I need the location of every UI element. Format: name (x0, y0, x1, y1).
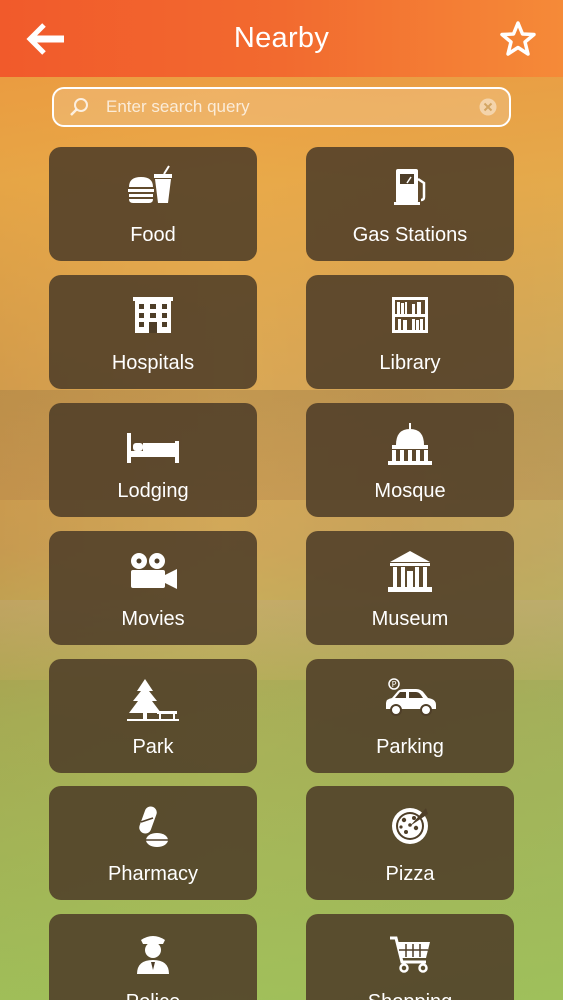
search-bar (52, 87, 511, 127)
clear-icon[interactable] (479, 98, 497, 116)
category-label: Museum (371, 608, 449, 630)
bookshelf-icon (392, 297, 428, 333)
hospital-icon (133, 297, 173, 333)
category-movies[interactable]: Movies (49, 531, 257, 645)
category-police[interactable]: Police (49, 914, 257, 1000)
category-label: Police (49, 991, 257, 1000)
search-icon (70, 98, 88, 116)
category-label: Shopping (306, 991, 514, 1000)
back-arrow-icon[interactable] (26, 22, 66, 56)
category-label: Pizza (385, 863, 435, 885)
bed-icon (127, 433, 179, 463)
category-label: Library (379, 352, 441, 374)
category-food[interactable]: Food (49, 147, 257, 261)
page-title: Nearby (233, 22, 330, 54)
tree-icon (127, 679, 179, 721)
category-pharmacy[interactable]: Pharmacy (49, 786, 257, 900)
category-label: Mosque (374, 480, 446, 502)
category-label: Movies (121, 608, 185, 630)
gas-pump-icon (394, 169, 426, 205)
pizza-icon (392, 808, 428, 844)
category-gas-stations[interactable]: Gas Stations (306, 147, 514, 261)
category-mosque[interactable]: Mosque (306, 403, 514, 517)
fastfood-icon (128, 165, 172, 203)
police-officer-icon (137, 936, 169, 974)
category-museum[interactable]: Museum (306, 531, 514, 645)
category-library[interactable]: Library (306, 275, 514, 389)
category-hospitals[interactable]: Hospitals (49, 275, 257, 389)
category-label: Lodging (117, 480, 189, 502)
car-icon: P (386, 678, 436, 716)
category-label: Pharmacy (107, 863, 199, 885)
star-icon[interactable] (499, 20, 537, 58)
category-park[interactable]: Park (49, 659, 257, 773)
svg-text:P: P (392, 680, 397, 689)
museum-icon (388, 551, 432, 592)
category-label: Food (130, 224, 176, 246)
pill-icon (139, 806, 168, 847)
category-label: Park (132, 736, 174, 758)
category-label: Parking (376, 736, 444, 758)
category-label: Gas Stations (352, 224, 468, 246)
top-bar: Nearby (0, 0, 563, 77)
shopping-cart-icon (390, 936, 430, 973)
movie-camera-icon (131, 553, 177, 589)
category-shopping[interactable]: Shopping (306, 914, 514, 1000)
category-lodging[interactable]: Lodging (49, 403, 257, 517)
category-label: Hospitals (111, 352, 195, 374)
category-pizza[interactable]: Pizza (306, 786, 514, 900)
dome-icon (388, 423, 432, 465)
category-parking[interactable]: P Parking (306, 659, 514, 773)
search-input[interactable] (90, 89, 479, 125)
